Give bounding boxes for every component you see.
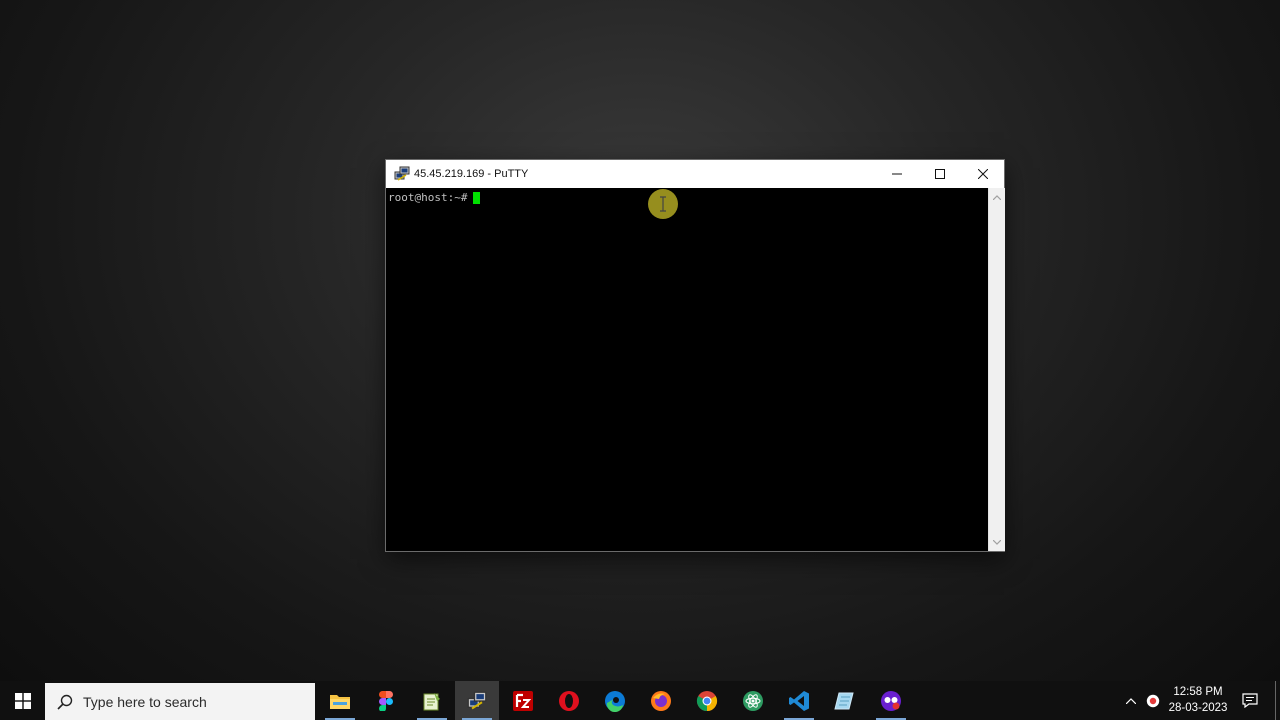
maximize-icon (934, 169, 945, 179)
notes-icon (834, 692, 854, 709)
taskbar-app-notes[interactable] (823, 681, 867, 720)
putty-window: 45.45.219.169 - PuTTY root@host:~# (386, 160, 1005, 551)
taskbar-app-recorder[interactable] (869, 681, 913, 720)
scroll-up-button[interactable] (989, 190, 1005, 204)
close-icon (977, 169, 988, 179)
start-button[interactable] (0, 681, 45, 720)
taskbar-app-figma[interactable] (364, 681, 408, 720)
action-center-button[interactable] (1238, 681, 1262, 720)
search-placeholder: Type here to search (83, 693, 207, 710)
tray-app-icon[interactable] (1143, 681, 1163, 720)
filezilla-icon (513, 690, 533, 711)
recorder-icon (881, 690, 901, 711)
show-desktop-button[interactable] (1275, 681, 1276, 720)
taskbar-app-file-explorer[interactable] (318, 681, 362, 720)
firefox-icon (651, 690, 671, 711)
figma-icon (379, 690, 393, 711)
taskbar-app-putty[interactable] (455, 681, 499, 720)
search-box[interactable]: Type here to search (45, 683, 315, 720)
taskbar-app-opera[interactable] (547, 681, 591, 720)
terminal-area[interactable]: root@host:~# (386, 188, 988, 551)
ibeam-cursor-icon (660, 196, 666, 212)
show-hidden-icons-button[interactable] (1122, 681, 1140, 720)
taskbar: Type here to search 12:58 PM 28-03-2023 (0, 681, 1280, 720)
putty-icon (467, 691, 487, 709)
title-bar[interactable]: 45.45.219.169 - PuTTY (386, 160, 1004, 188)
chevron-up-icon (1126, 697, 1136, 704)
maximize-button[interactable] (918, 160, 961, 188)
notepad-icon (423, 692, 440, 710)
shell-prompt: root@host:~# (388, 191, 468, 204)
taskbar-app-filezilla[interactable] (501, 681, 545, 720)
opera-icon (559, 690, 579, 711)
vscode-icon (789, 690, 809, 711)
edge-icon (605, 690, 625, 712)
terminal-line: root@host:~# (388, 191, 481, 204)
minimize-button[interactable] (875, 160, 918, 188)
taskbar-app-notepad[interactable] (410, 681, 454, 720)
window-title: 45.45.219.169 - PuTTY (414, 168, 529, 180)
chevron-down-icon (993, 539, 1001, 545)
chrome-icon (696, 690, 718, 711)
taskbar-app-atom[interactable] (731, 681, 775, 720)
record-indicator-icon (1146, 694, 1160, 707)
minimize-icon (891, 173, 902, 175)
taskbar-app-chrome[interactable] (685, 681, 729, 720)
scroll-down-button[interactable] (989, 535, 1005, 549)
windows-icon (14, 692, 31, 709)
atom-icon (743, 690, 763, 711)
vertical-scrollbar[interactable] (988, 188, 1005, 551)
close-button[interactable] (961, 160, 1004, 188)
terminal-cursor (473, 191, 481, 204)
notification-icon (1242, 693, 1258, 708)
putty-icon (394, 166, 410, 181)
chevron-up-icon (993, 194, 1001, 200)
clock-time: 12:58 PM (1173, 686, 1223, 698)
taskbar-app-edge[interactable] (593, 681, 637, 720)
folder-icon (330, 694, 350, 709)
taskbar-app-firefox[interactable] (639, 681, 683, 720)
search-icon (57, 694, 73, 710)
system-clock[interactable]: 12:58 PM 28-03-2023 (1162, 684, 1234, 716)
taskbar-app-vscode[interactable] (777, 681, 821, 720)
clock-date: 28-03-2023 (1168, 702, 1228, 714)
